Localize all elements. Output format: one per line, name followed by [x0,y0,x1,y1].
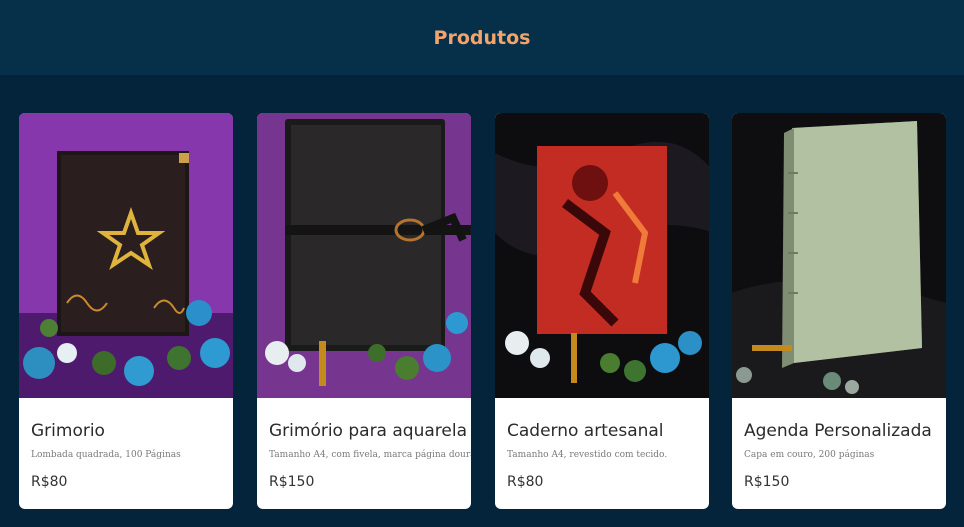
watercolor-grimoire-image[interactable] [257,113,471,398]
product-price: R$150 [744,474,790,490]
product-price: R$150 [269,474,315,490]
product-name[interactable]: Grimorio [31,421,221,441]
grimoire-book-image[interactable] [19,113,233,398]
page-title: Produtos [433,26,531,49]
product-grid: Grimorio Lombada quadrada, 100 Páginas R… [0,75,964,527]
product-description: Tamanho A4, com fivela, marca página dou… [269,450,471,460]
product-price: R$80 [507,474,544,490]
product-description: Capa em couro, 200 páginas [744,450,875,460]
page-header: Produtos [0,0,964,75]
product-price: R$80 [31,474,68,490]
handmade-notebook-image[interactable] [495,113,709,398]
product-card[interactable]: Grimorio Lombada quadrada, 100 Páginas R… [19,113,233,509]
product-description: Lombada quadrada, 100 Páginas [31,450,181,460]
product-name[interactable]: Agenda Personalizada [744,421,934,441]
product-card[interactable]: Caderno artesanal Tamanho A4, revestido … [495,113,709,509]
product-name[interactable]: Caderno artesanal [507,421,697,441]
product-name[interactable]: Grimório para aquarela [269,421,467,441]
product-description: Tamanho A4, revestido com tecido. [507,450,668,460]
product-card[interactable]: Agenda Personalizada Capa em couro, 200 … [732,113,946,509]
product-card[interactable]: Grimório para aquarela Tamanho A4, com f… [257,113,471,509]
personalized-planner-image[interactable] [732,113,946,398]
